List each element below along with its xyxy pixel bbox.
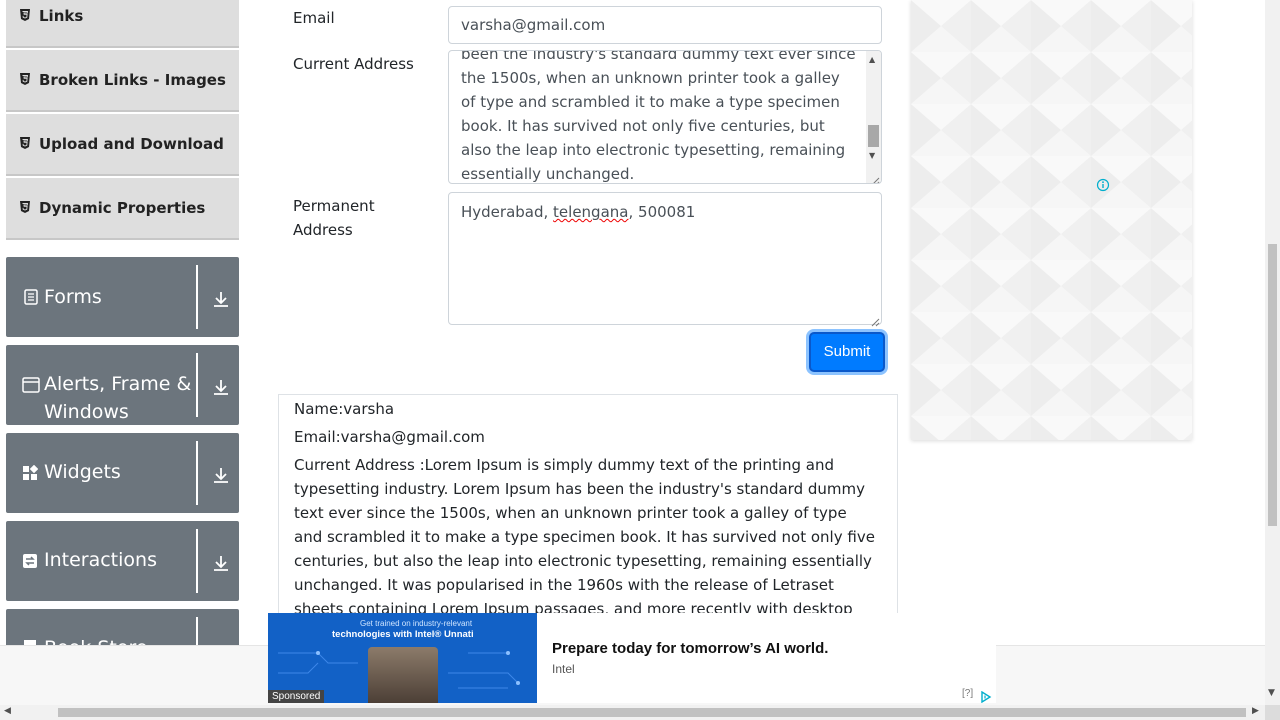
scrollbar-thumb[interactable] [868, 125, 879, 147]
download-arrow-icon[interactable] [211, 465, 231, 485]
resize-grip-icon[interactable] [870, 172, 880, 183]
form-icon [24, 289, 42, 307]
current-address-field[interactable]: been the industry's standard dummy text … [448, 50, 882, 184]
current-address-label: Current Address [293, 55, 414, 73]
sidebar: Links Broken Links - Images Upload and D… [0, 0, 245, 645]
group-separator [196, 529, 198, 593]
sidebar-group-forms[interactable]: Forms [6, 257, 239, 337]
sidebar-group-alerts[interactable]: Alerts, Frame & Windows [6, 345, 239, 425]
sidebar-group-book-store[interactable]: Book Store [6, 609, 239, 645]
sidebar-item-dynamic-properties[interactable]: Dynamic Properties [6, 178, 239, 240]
ad-image[interactable]: Get trained on industry-relevant technol… [268, 613, 537, 703]
permanent-address-field[interactable]: Hyderabad, telengana, 500081 [448, 192, 882, 327]
ad-brand[interactable]: Intel [552, 662, 575, 676]
group-separator [196, 265, 198, 329]
html5-icon [20, 73, 30, 85]
ad-help-link[interactable]: [?] [962, 688, 973, 699]
sidebar-item-upload-download[interactable]: Upload and Download [6, 114, 239, 176]
ad-pattern [911, 0, 1192, 440]
group-separator [196, 617, 198, 645]
window-icon [22, 377, 40, 395]
output-name: Name:varsha [294, 400, 395, 418]
scroll-up-icon[interactable]: ▲ [869, 55, 875, 64]
sidebar-item-label: Links [39, 7, 84, 25]
group-title: Widgets [44, 461, 121, 483]
email-field[interactable]: varsha@gmail.com [448, 6, 882, 44]
email-label: Email [293, 9, 335, 27]
group-title: Book Store [44, 634, 194, 645]
group-separator [196, 441, 198, 505]
ad-image-line2: technologies with Intel® Unnati [332, 629, 474, 640]
ad-photo [368, 647, 438, 703]
submit-button[interactable]: Submit [809, 332, 885, 372]
sidebar-group-widgets[interactable]: Widgets [6, 433, 239, 513]
group-separator [196, 353, 198, 417]
sponsored-label: Sponsored [268, 690, 325, 703]
sidebar-item-label: Dynamic Properties [39, 199, 206, 217]
sponsored-ad[interactable]: Get trained on industry-relevant technol… [268, 613, 996, 704]
output-email: Email:varsha@gmail.com [294, 428, 485, 446]
output-current-address: Current Address :Lorem Ipsum is simply d… [294, 456, 875, 613]
adchoices-icon[interactable] [980, 688, 992, 704]
scroll-right-icon[interactable]: ▶ [1252, 706, 1259, 716]
html5-icon [20, 137, 30, 149]
spellcheck-underline: telengana [553, 203, 629, 221]
scroll-down-icon[interactable]: ▼ [869, 151, 875, 160]
html5-icon [20, 201, 30, 213]
download-arrow-icon[interactable] [211, 377, 231, 397]
sidebar-item-broken-links[interactable]: Broken Links - Images [6, 50, 239, 112]
group-title: Interactions [44, 549, 157, 571]
side-ad-panel[interactable] [911, 0, 1192, 440]
scrollbar-thumb[interactable] [58, 708, 1246, 717]
ad-headline[interactable]: Prepare today for tomorrow’s AI world. [552, 640, 828, 657]
scrollbar-thumb[interactable] [1268, 244, 1277, 526]
current-address-value: been the industry's standard dummy text … [461, 50, 856, 183]
ad-image-line1: Get trained on industry-relevant [360, 619, 473, 628]
permanent-address-label-2: Address [293, 221, 353, 239]
scrollbar-corner [1265, 705, 1280, 720]
resize-grip-icon[interactable] [870, 313, 880, 327]
download-arrow-icon[interactable] [211, 553, 231, 573]
permanent-address-label-1: Permanent [293, 197, 375, 215]
group-title: Alerts, Frame & Windows [44, 373, 192, 423]
group-title: Forms [44, 286, 102, 308]
output-panel: Name:varsha Email:varsha@gmail.com Curre… [278, 394, 898, 613]
page-vertical-scrollbar[interactable]: ▼ [1265, 0, 1280, 705]
info-icon[interactable] [1096, 177, 1110, 192]
sidebar-item-label: Upload and Download [39, 135, 224, 153]
page-horizontal-scrollbar[interactable]: ◀ ▶ [0, 705, 1265, 720]
sidebar-item-links[interactable]: Links [6, 0, 239, 48]
widgets-icon [22, 464, 40, 483]
textarea-scrollbar[interactable]: ▲ ▼ [866, 51, 881, 183]
sidebar-item-label: Broken Links - Images [39, 71, 226, 89]
html5-icon [20, 9, 30, 21]
download-arrow-icon[interactable] [211, 289, 231, 309]
permanent-address-value: Hyderabad, telengana, 500081 [461, 203, 696, 221]
scroll-left-icon[interactable]: ◀ [4, 706, 11, 716]
sidebar-group-interactions[interactable]: Interactions [6, 521, 239, 601]
interactions-icon [22, 553, 40, 571]
scroll-down-icon[interactable]: ▼ [1268, 688, 1275, 698]
